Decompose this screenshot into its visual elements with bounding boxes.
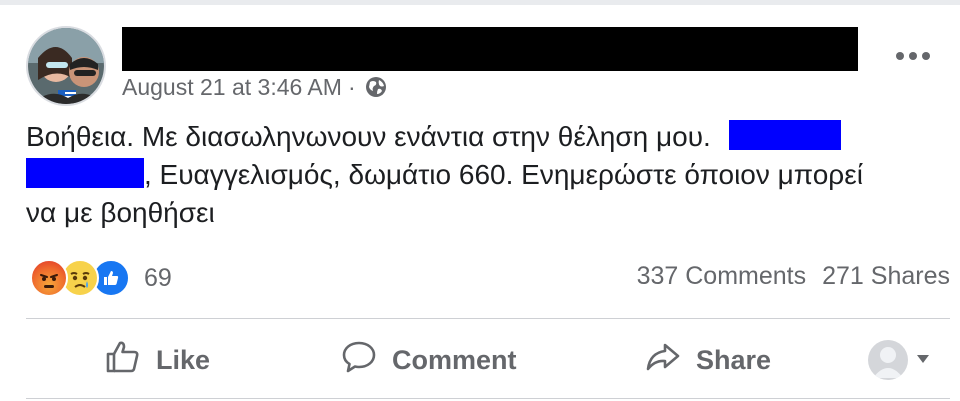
redacted-text [26, 157, 144, 188]
post-text-line-3: να με βοηθήσει [26, 194, 936, 232]
avatar-photo [28, 28, 104, 104]
engagement-stats: 337 Comments 271 Shares [637, 262, 950, 291]
post-body: Βοήθεια. Με διασωληνωνουν ενάντια στην θ… [26, 118, 936, 232]
dot [922, 52, 930, 60]
post-text-line-2: , Ευαγγελισμός, δωμάτιο 660. Ενημερώστε … [26, 156, 936, 194]
share-button-label: Share [696, 344, 772, 375]
post-text-segment: να με βοηθήσει [26, 197, 215, 228]
comment-button[interactable]: Comment [340, 338, 517, 382]
post-text-segment: , Ευαγγελισμός, δωμάτιο 660. Ενημερώστε … [144, 159, 863, 190]
author-avatar[interactable] [26, 26, 106, 106]
post-meta: August 21 at 3:46 AM · [122, 72, 388, 102]
shares-count-link[interactable]: 271 Shares [822, 262, 950, 291]
more-options-icon[interactable] [896, 52, 930, 60]
redacted-text [728, 119, 841, 150]
reaction-count: 69 [144, 263, 172, 292]
comments-count-link[interactable]: 337 Comments [637, 262, 807, 291]
divider [26, 398, 950, 399]
post-text-segment: Βοήθεια. Με διασωληνωνουν ενάντια στην θ… [26, 121, 711, 152]
divider [26, 318, 950, 319]
post-timestamp[interactable]: August 21 at 3:46 AM [122, 74, 342, 101]
caret-down-icon [916, 351, 930, 369]
reactions-summary[interactable]: 69 [30, 258, 172, 298]
speech-bubble-icon [340, 338, 378, 383]
comment-button-label: Comment [392, 344, 517, 375]
user-avatar-icon [868, 340, 908, 380]
share-arrow-icon [644, 338, 682, 383]
audience-selector[interactable] [868, 340, 930, 380]
post-text-line-1: Βοήθεια. Με διασωληνωνουν ενάντια στην θ… [26, 118, 936, 156]
thumbs-up-icon [104, 338, 142, 383]
meta-separator: · [347, 73, 356, 100]
dot [896, 52, 904, 60]
dot [909, 52, 917, 60]
top-separator [0, 0, 960, 5]
globe-icon[interactable] [364, 75, 388, 99]
share-button[interactable]: Share [644, 338, 771, 382]
like-button[interactable]: Like [104, 338, 210, 382]
post-action-bar: Like Comment Share [0, 330, 960, 390]
author-name-redacted [122, 27, 858, 71]
like-button-label: Like [156, 344, 211, 375]
angry-reaction-icon [30, 259, 68, 297]
